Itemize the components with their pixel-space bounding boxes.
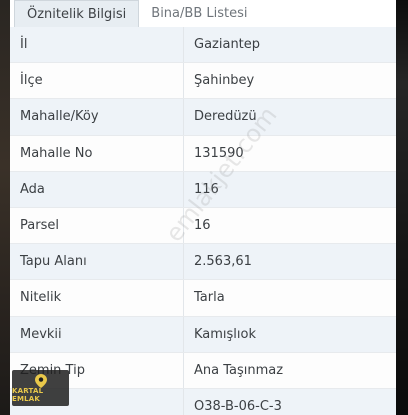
attribute-panel: Öznitelik Bilgisi Bina/BB Listesi İl Gaz… [10, 0, 396, 415]
location-pin-icon [34, 373, 47, 388]
table-row: Nitelik Tarla [10, 280, 396, 317]
tab-attribute-info[interactable]: Öznitelik Bilgisi [14, 0, 140, 27]
attribute-value: Deredüzü [194, 109, 257, 125]
table-row: Tapu Alanı 2.563,61 [10, 244, 396, 281]
attribute-key: Ada [10, 171, 184, 207]
attribute-value: 2.563,61 [194, 254, 252, 270]
table-row: Mahalle No 131590 [10, 135, 396, 172]
attribute-value: Tarla [194, 290, 225, 306]
attribute-value: Şahinbey [194, 73, 255, 89]
tab-building-list[interactable]: Bina/BB Listesi [139, 0, 259, 26]
attribute-value: 116 [194, 181, 219, 197]
tab-bar: Öznitelik Bilgisi Bina/BB Listesi [10, 0, 396, 28]
attribute-value: Ana Taşınmaz [194, 362, 284, 378]
attribute-key: Nitelik [10, 280, 184, 316]
attribute-key: Mahalle No [10, 135, 184, 171]
attribute-value: 131590 [194, 145, 244, 161]
table-row: Mevkii Kamışlıok [10, 316, 396, 353]
attribute-key: İl [10, 27, 184, 63]
table-row: Parsel 16 [10, 207, 396, 245]
logo-text: KARTAL EMLAK [12, 387, 44, 403]
table-row: Ada 116 [10, 171, 396, 208]
attribute-key: Tapu Alanı [10, 244, 184, 280]
attribute-table: İl Gaziantep İlçe Şahinbey Mahalle/Köy D… [10, 27, 396, 415]
attribute-value: Gaziantep [194, 37, 261, 53]
attribute-value: Kamışlıok [194, 326, 257, 342]
brand-logo: KARTAL EMLAK [12, 370, 69, 406]
table-row: İlçe Şahinbey [10, 63, 396, 100]
attribute-value: O38-B-06-C-3 [194, 398, 282, 414]
attribute-key: Mahalle/Köy [10, 99, 184, 135]
table-row: İl Gaziantep [10, 27, 396, 64]
table-row: Mahalle/Köy Deredüzü [10, 99, 396, 136]
attribute-key: Mevkii [10, 316, 184, 352]
attribute-value: 16 [194, 218, 211, 234]
attribute-key: Parsel [10, 207, 184, 244]
background-right-edge [396, 0, 408, 415]
attribute-key: İlçe [10, 63, 184, 99]
